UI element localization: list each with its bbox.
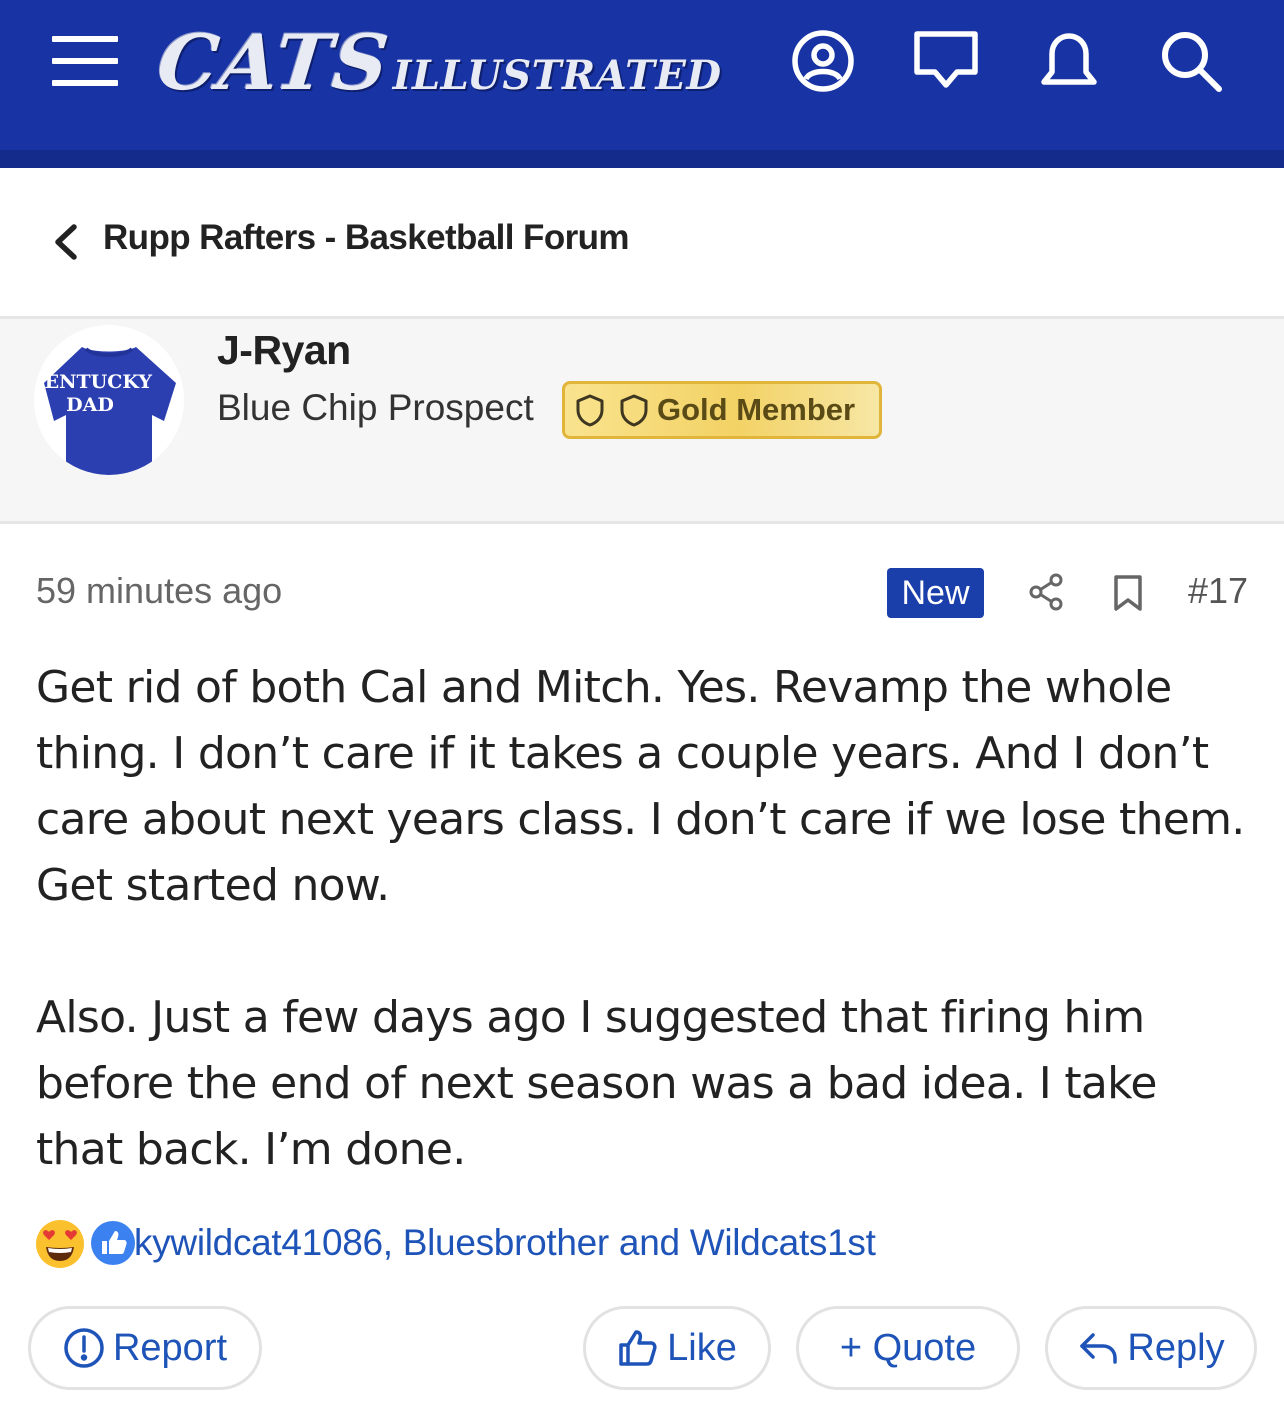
- reactions-bar[interactable]: kywildcat41086, Bluesbrother and Wildcat…: [34, 1216, 1254, 1272]
- post-body: Get rid of both Cal and Mitch. Yes. Reva…: [36, 655, 1256, 1183]
- report-label: Report: [112, 1326, 228, 1369]
- user-title: Blue Chip Prospect: [217, 387, 534, 428]
- heart-eyes-emoji-icon: [36, 1220, 84, 1268]
- post-number-link[interactable]: #17: [1188, 570, 1248, 612]
- shield-icon: [620, 394, 648, 427]
- like-reaction-icon: [91, 1221, 135, 1265]
- username-link[interactable]: J-Ryan: [217, 327, 351, 374]
- account-icon[interactable]: [790, 28, 856, 94]
- alerts-icon[interactable]: [1036, 28, 1102, 94]
- post-timestamp[interactable]: 59 minutes ago: [36, 570, 282, 612]
- thumbs-up-icon: [619, 1330, 657, 1366]
- chevron-left-icon: [55, 224, 77, 260]
- like-button[interactable]: Like: [583, 1306, 771, 1390]
- shield-icon: [576, 394, 604, 427]
- menu-icon[interactable]: [52, 36, 118, 86]
- post-paragraph: Get rid of both Cal and Mitch. Yes. Reva…: [36, 662, 1245, 911]
- share-icon[interactable]: [1026, 572, 1066, 612]
- breadcrumb-forum-link[interactable]: Rupp Rafters - Basketball Forum: [103, 218, 630, 258]
- bookmark-icon[interactable]: [1112, 574, 1144, 612]
- site-logo[interactable]: CATSILLUSTRATED: [153, 18, 722, 108]
- breadcrumb[interactable]: Rupp Rafters - Basketball Forum: [0, 168, 1284, 316]
- post-paragraph: Also. Just a few days ago I suggested th…: [36, 992, 1157, 1175]
- badge-label: Gold Member: [657, 392, 856, 427]
- reaction-users-link[interactable]: kywildcat41086, Bluesbrother and Wildcat…: [134, 1222, 876, 1264]
- avatar-text-line2: DAD: [66, 394, 114, 416]
- logo-main-text: CATS: [153, 18, 394, 107]
- gold-member-badge: Gold Member: [562, 381, 882, 439]
- report-button[interactable]: Report: [28, 1306, 262, 1390]
- quote-label: + Quote: [839, 1326, 977, 1369]
- warning-icon: [64, 1328, 104, 1368]
- top-navigation-bar: CATSILLUSTRATED: [0, 0, 1284, 150]
- quote-button[interactable]: + Quote: [796, 1306, 1020, 1390]
- reply-label: Reply: [1127, 1326, 1225, 1369]
- avatar-text-line1: KENTUCKY: [34, 371, 152, 393]
- logo-sub-text: ILLUSTRATED: [392, 52, 722, 99]
- reply-arrow-icon: [1080, 1333, 1118, 1364]
- header-bottom-strip: [0, 150, 1284, 168]
- avatar[interactable]: KENTUCKY DAD: [34, 325, 184, 475]
- search-icon[interactable]: [1158, 28, 1224, 94]
- conversations-icon[interactable]: [913, 28, 979, 94]
- new-badge: New: [887, 568, 984, 618]
- like-label: Like: [667, 1326, 737, 1369]
- reply-button[interactable]: Reply: [1045, 1306, 1257, 1390]
- post-author-block: KENTUCKY DAD J-Ryan Blue Chip Prospect G…: [0, 316, 1284, 524]
